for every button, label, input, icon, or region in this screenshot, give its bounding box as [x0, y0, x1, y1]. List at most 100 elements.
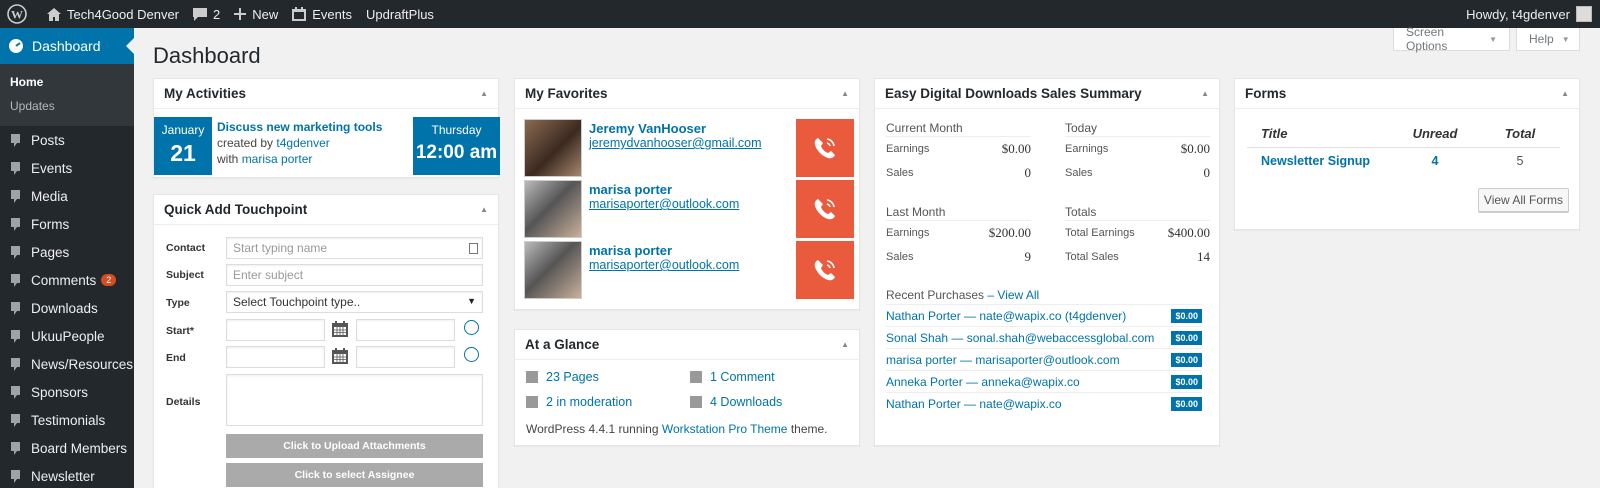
- purchase-row[interactable]: marisa porter — marisaporter@outlook.com…: [886, 348, 1202, 370]
- toggle-arrow-icon[interactable]: ▲: [841, 330, 849, 360]
- widget-header[interactable]: Easy Digital Downloads Sales Summary ▲: [875, 79, 1219, 109]
- avatar[interactable]: [524, 119, 582, 177]
- events-link[interactable]: Events: [285, 0, 359, 28]
- sidebar-item-downloads[interactable]: Downloads: [0, 294, 134, 322]
- call-button[interactable]: [796, 119, 854, 177]
- sidebar-item-comments[interactable]: Comments 2: [0, 266, 134, 294]
- form-unread-link[interactable]: 4: [1432, 154, 1439, 168]
- sidebar-item-news-resources[interactable]: News/Resources: [0, 350, 134, 378]
- clock-icon[interactable]: [464, 347, 479, 362]
- sidebar-item-newsletter[interactable]: Newsletter: [0, 462, 134, 488]
- sidebar-item-ukuupeople[interactable]: UkuuPeople: [0, 322, 134, 350]
- calendar-icon[interactable]: [332, 348, 348, 364]
- purchase-row[interactable]: Nathan Porter — nate@wapix.co $0.00: [886, 392, 1202, 414]
- purchase-row[interactable]: Sonal Shah — sonal.shah@webaccessglobal.…: [886, 326, 1202, 348]
- new-content-link[interactable]: New: [227, 0, 285, 28]
- toggle-arrow-icon[interactable]: ▲: [480, 195, 488, 225]
- wordpress-logo-icon[interactable]: W: [0, 0, 40, 28]
- sidebar-item-label: UkuuPeople: [31, 328, 105, 344]
- subject-label: Subject: [166, 269, 204, 281]
- sidebar-item-events[interactable]: Events: [0, 154, 134, 182]
- upload-attachments-button[interactable]: Click to Upload Attachments: [226, 434, 483, 458]
- view-all-forms-button[interactable]: View All Forms: [1478, 188, 1569, 212]
- contact-name-link[interactable]: marisa porter: [589, 182, 672, 197]
- pin-icon: [11, 133, 20, 147]
- purchase-text: Anneka Porter — anneka@wapix.co: [886, 374, 1080, 389]
- svg-text:W: W: [11, 8, 23, 22]
- sidebar-item-posts[interactable]: Posts: [0, 126, 134, 154]
- user-account-menu[interactable]: Howdy, t4gdenver: [1459, 0, 1600, 28]
- theme-link[interactable]: Workstation Pro Theme: [662, 422, 788, 436]
- pages-count-link[interactable]: 23 Pages: [526, 370, 599, 384]
- end-date-input[interactable]: [226, 346, 325, 368]
- updraftplus-link[interactable]: UpdraftPlus: [359, 0, 441, 28]
- pin-icon: [11, 469, 20, 483]
- widget-header[interactable]: My Activities ▲: [154, 79, 498, 109]
- call-button[interactable]: [796, 180, 854, 238]
- widget-header[interactable]: Forms ▲: [1235, 79, 1579, 109]
- comments-link[interactable]: 2: [186, 0, 227, 28]
- help-button[interactable]: Help ▼: [1516, 28, 1580, 51]
- toggle-arrow-icon[interactable]: ▲: [841, 79, 849, 109]
- widget-header[interactable]: My Favorites ▲: [515, 79, 859, 109]
- moderation-link[interactable]: 2 in moderation: [526, 395, 632, 409]
- select-assignee-button[interactable]: Click to select Assignee: [226, 463, 483, 487]
- updraft-label: UpdraftPlus: [366, 6, 434, 22]
- view-all-purchases-link[interactable]: – View All: [987, 288, 1039, 302]
- sidebar-item-board-members[interactable]: Board Members: [0, 434, 134, 462]
- end-time-input[interactable]: [356, 346, 455, 368]
- recent-purchases-label: Recent Purchases: [886, 288, 985, 302]
- submenu-updates[interactable]: Updates: [0, 94, 134, 118]
- avatar[interactable]: [524, 180, 582, 238]
- earnings-value: $0.00: [1001, 141, 1031, 156]
- sales-value: 9: [1024, 249, 1032, 264]
- downloads-count-link[interactable]: 4 Downloads: [690, 395, 782, 409]
- forms-widget: Forms ▲ Title Unread Total Newsletter Sig…: [1234, 78, 1580, 230]
- ukuu-icon: [11, 329, 20, 343]
- purchase-row[interactable]: Nathan Porter — nate@wapix.co (t4gdenver…: [886, 304, 1202, 326]
- site-name-link[interactable]: Tech4Good Denver: [40, 0, 186, 28]
- contact-email-link[interactable]: marisaporter@outlook.com: [589, 197, 739, 211]
- moderation-icon: [526, 396, 538, 408]
- contact-email-link[interactable]: jeremydvanhooser@gmail.com: [589, 136, 761, 150]
- purchase-row[interactable]: Anneka Porter — anneka@wapix.co $0.00: [886, 370, 1202, 392]
- form-title-link[interactable]: Newsletter Signup: [1261, 154, 1370, 168]
- start-date-input[interactable]: [226, 319, 325, 341]
- sidebar-item-dashboard[interactable]: Dashboard: [0, 28, 134, 64]
- earnings-label: Earnings: [886, 227, 930, 239]
- widget-header[interactable]: Quick Add Touchpoint ▲: [154, 195, 498, 225]
- created-by-link[interactable]: t4gdenver: [276, 136, 329, 150]
- contact-input[interactable]: Start typing name: [226, 237, 483, 259]
- call-button[interactable]: [796, 241, 854, 299]
- activity-link[interactable]: Discuss new marketing tools: [217, 120, 382, 134]
- subject-input[interactable]: Enter subject: [226, 264, 483, 286]
- phone-icon: [814, 260, 835, 281]
- sidebar-item-testimonials[interactable]: Testimonials: [0, 406, 134, 434]
- widget-header[interactable]: At a Glance ▲: [515, 330, 859, 360]
- comments-count-link[interactable]: 1 Comment: [690, 370, 775, 384]
- start-time-input[interactable]: [356, 319, 455, 341]
- calendar-icon: [11, 161, 20, 175]
- avatar[interactable]: [524, 241, 582, 299]
- details-textarea[interactable]: [226, 374, 483, 426]
- contact-name-link[interactable]: Jeremy VanHooser: [589, 121, 706, 136]
- pages-icon: [11, 245, 20, 259]
- sidebar-item-sponsors[interactable]: Sponsors: [0, 378, 134, 406]
- toggle-arrow-icon[interactable]: ▲: [1201, 79, 1209, 109]
- favorite-contact: marisa porter marisaporter@outlook.com: [524, 241, 854, 299]
- with-person-link[interactable]: marisa porter: [242, 152, 313, 166]
- sidebar-item-pages[interactable]: Pages: [0, 238, 134, 266]
- submenu-home[interactable]: Home: [0, 70, 134, 94]
- toggle-arrow-icon[interactable]: ▲: [1561, 79, 1569, 109]
- sidebar-item-media[interactable]: Media: [0, 182, 134, 210]
- clock-icon[interactable]: [464, 320, 479, 335]
- contact-email-link[interactable]: marisaporter@outlook.com: [589, 258, 739, 272]
- sidebar-item-forms[interactable]: Forms: [0, 210, 134, 238]
- sidebar-item-label: Comments: [31, 272, 97, 288]
- touchpoint-type-select[interactable]: Select Touchpoint type.. ▼: [226, 291, 483, 313]
- toggle-arrow-icon[interactable]: ▲: [480, 79, 488, 109]
- contact-name-link[interactable]: marisa porter: [589, 243, 672, 258]
- screen-options-button[interactable]: Screen Options ▼: [1393, 25, 1510, 53]
- calendar-icon[interactable]: [332, 321, 348, 337]
- purchase-amount-badge: $0.00: [1171, 374, 1202, 389]
